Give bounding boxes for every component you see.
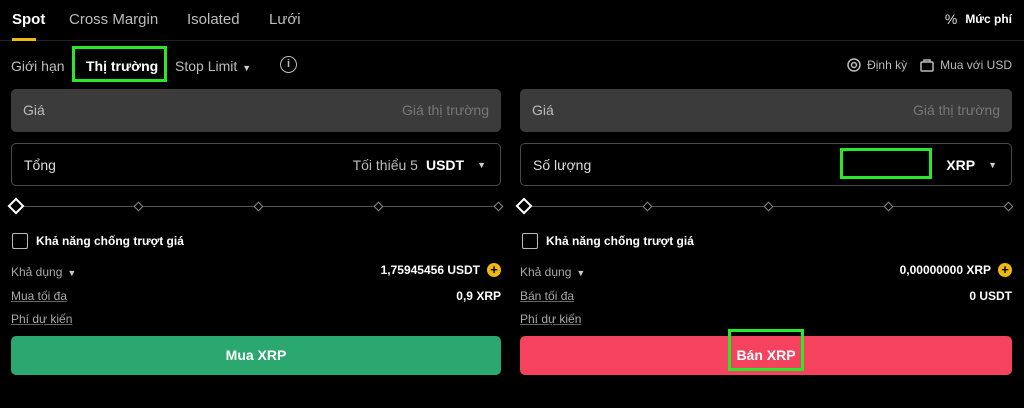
order-type-stop-limit[interactable]: Stop Limit ▼ <box>175 58 251 74</box>
sell-amount-slider[interactable] <box>515 197 1014 215</box>
add-funds-icon[interactable]: + <box>487 263 501 277</box>
slider-handle[interactable] <box>515 197 533 215</box>
buy-with-usd-link[interactable]: Mua với USD <box>919 57 1012 73</box>
sell-slippage-checkbox[interactable]: Khả năng chống trượt giá <box>522 233 694 249</box>
slider-step-25[interactable] <box>642 201 653 212</box>
caret-down-icon: ▼ <box>988 160 997 170</box>
slider-step-75[interactable] <box>373 201 384 212</box>
buy-total-field[interactable]: Tổng Tối thiểu 5 USDT ▼ <box>11 143 501 186</box>
buy-with-usd-label: Mua với USD <box>940 58 1012 72</box>
wallet-icon <box>920 59 934 72</box>
tab-spot[interactable]: Spot <box>12 11 45 28</box>
sell-quantity-field[interactable]: Số lượng XRP ▼ <box>520 143 1012 186</box>
sell-quantity-label: Số lượng <box>533 157 592 173</box>
recurring-icon <box>847 58 861 72</box>
buy-total-label: Tổng <box>24 157 56 173</box>
slider-step-75[interactable] <box>883 201 894 212</box>
sell-max-value: 0 USDT <box>969 289 1012 303</box>
slider-step-25[interactable] <box>133 201 144 212</box>
buy-price-placeholder: Giá thị trường <box>401 102 489 118</box>
buy-amount-slider[interactable] <box>7 197 504 215</box>
tab-isolated[interactable]: Isolated <box>187 11 240 28</box>
checkbox-box[interactable] <box>12 233 28 249</box>
tab-cross-margin[interactable]: Cross Margin <box>69 11 158 28</box>
buy-max-value: 0,9 XRP <box>456 289 501 303</box>
slider-step-100[interactable] <box>493 201 504 212</box>
highlight-quantity-input <box>840 148 932 179</box>
buy-price-label: Giá <box>23 102 45 118</box>
sell-price-field[interactable]: Giá Giá thị trường <box>520 89 1012 132</box>
slider-step-50[interactable] <box>763 201 774 212</box>
slider-step-100[interactable] <box>1003 201 1014 212</box>
recurring-label: Định kỳ <box>867 58 908 72</box>
buy-available-label[interactable]: Khả dụng ▼ <box>11 265 76 279</box>
caret-down-icon: ▼ <box>576 268 586 278</box>
sell-price-label: Giá <box>532 102 554 118</box>
recurring-link[interactable]: Định kỳ <box>846 57 907 73</box>
tab-grid[interactable]: Lưới <box>269 11 301 28</box>
highlight-sell-button <box>728 329 804 371</box>
buy-available-value: 1,75945456 USDT + <box>381 263 501 277</box>
percent-icon: % <box>944 11 958 27</box>
trade-mode-tabs: Spot Cross Margin Isolated Lưới % Mức ph… <box>0 0 1024 41</box>
order-type-limit[interactable]: Giới hạn <box>11 58 65 74</box>
buy-fee-label: Phí dự kiến <box>11 312 73 326</box>
sell-available-label[interactable]: Khả dụng ▼ <box>520 265 585 279</box>
sell-price-placeholder: Giá thị trường <box>912 102 1000 118</box>
buy-total-min: Tối thiểu 5 <box>352 157 418 173</box>
active-tab-indicator <box>12 38 36 41</box>
info-icon[interactable]: i <box>280 56 297 73</box>
add-funds-icon[interactable]: + <box>998 263 1012 277</box>
sell-available-value: 0,00000000 XRP + <box>900 263 1012 277</box>
buy-button[interactable]: Mua XRP <box>11 336 501 375</box>
buy-max-label: Mua tối đa <box>11 289 68 303</box>
sell-quantity-unit[interactable]: XRP <box>946 157 975 173</box>
sell-fee-label: Phí dự kiến <box>520 312 582 326</box>
caret-down-icon: ▼ <box>477 160 486 170</box>
checkbox-box[interactable] <box>522 233 538 249</box>
slider-step-50[interactable] <box>253 201 264 212</box>
caret-down-icon: ▼ <box>242 63 252 73</box>
highlight-market <box>72 46 167 82</box>
buy-slippage-checkbox[interactable]: Khả năng chống trượt giá <box>12 233 184 249</box>
fee-button[interactable]: % Mức phí <box>945 11 1012 27</box>
sell-slippage-label: Khả năng chống trượt giá <box>546 234 694 248</box>
sell-max-label: Bán tối đa <box>520 289 575 303</box>
slider-handle[interactable] <box>7 197 25 215</box>
buy-slippage-label: Khả năng chống trượt giá <box>36 234 184 248</box>
fee-label: Mức phí <box>965 12 1012 26</box>
buy-total-unit[interactable]: USDT <box>426 157 464 173</box>
buy-price-field[interactable]: Giá Giá thị trường <box>11 89 501 132</box>
caret-down-icon: ▼ <box>67 268 77 278</box>
